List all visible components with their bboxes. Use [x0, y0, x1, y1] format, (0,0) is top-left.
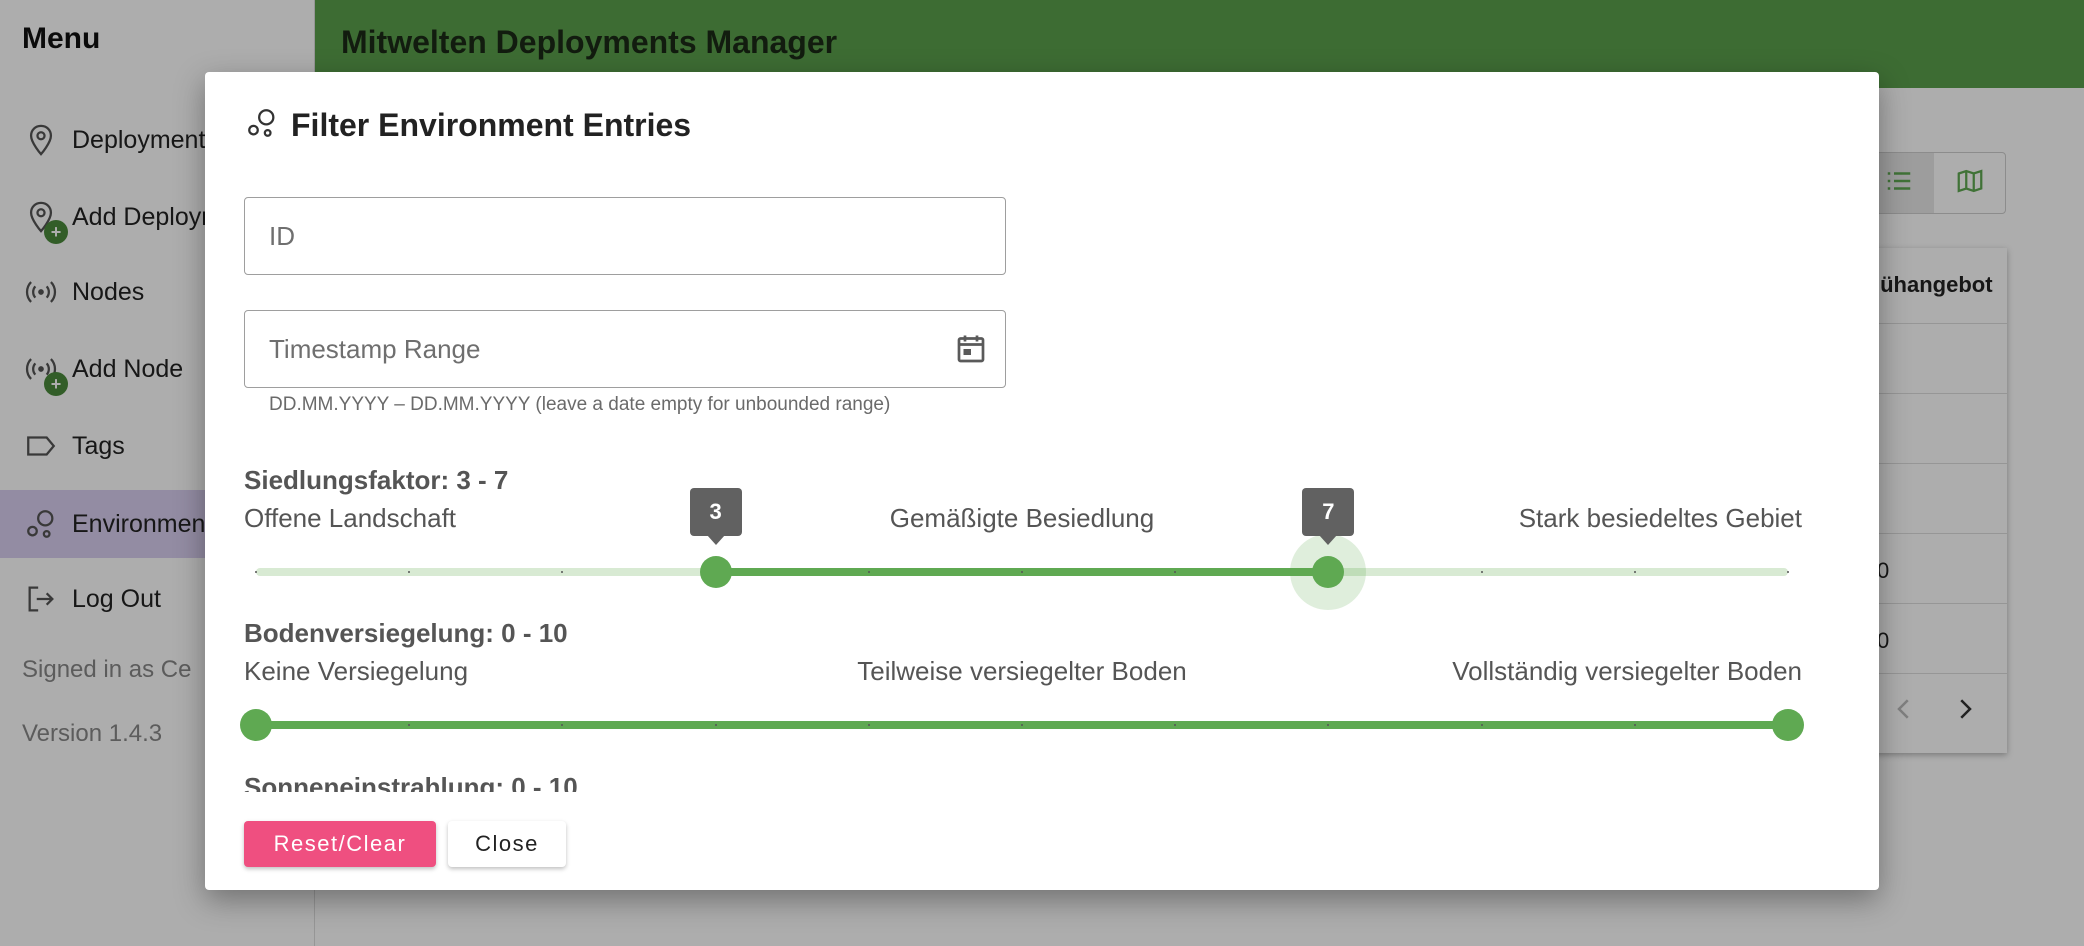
slider-label-mid: Teilweise versiegelter Boden	[857, 656, 1187, 686]
slider-tick	[867, 571, 870, 573]
reset-clear-button[interactable]: Reset/Clear	[244, 821, 436, 867]
slider-title-siedlungsfaktor: Siedlungsfaktor: 3 - 7	[244, 465, 509, 495]
slider-tick	[1021, 571, 1023, 573]
slider-tick	[867, 724, 870, 726]
slider-tick	[1021, 724, 1023, 726]
slider-label-mid: Gemäßigte Besiedlung	[889, 503, 1155, 533]
dialog-scroll-area: Siedlungsfaktor: 3 - 7 Offene Landschaft…	[205, 72, 1879, 792]
slider-track[interactable]	[255, 721, 1789, 729]
slider-label-min: Offene Landschaft	[244, 503, 457, 533]
slider-thumb-low[interactable]	[699, 556, 732, 588]
slider-label-min: Keine Versiegelung	[244, 656, 469, 686]
slider-tick	[1480, 724, 1483, 726]
slider-tick	[1633, 571, 1636, 573]
slider-thumb-high[interactable]	[1772, 709, 1804, 741]
slider-label-max: Vollständig versiegelter Boden	[1452, 656, 1802, 686]
slider-tick	[1633, 724, 1636, 726]
slider-value-label-low: 3	[689, 488, 742, 545]
slider-tick	[1480, 571, 1483, 573]
slider-title-sonneneinstrahlung: Sonneneinstrahlung: 0 - 10	[244, 772, 578, 792]
slider-tick	[1787, 571, 1789, 573]
slider-track[interactable]	[255, 568, 1789, 576]
slider-thumb-low[interactable]	[240, 709, 272, 741]
slider-tick	[408, 571, 411, 573]
slider-tick	[561, 571, 564, 573]
slider-value-label-high: 7	[1302, 488, 1355, 545]
slider-title-bodenversiegelung: Bodenversiegelung: 0 - 10	[244, 618, 568, 648]
filter-dialog: Filter Environment Entries DD.MM.YYYY – …	[205, 72, 1879, 890]
close-button[interactable]: Close	[448, 821, 566, 867]
slider-tick	[714, 724, 717, 726]
slider-tick	[255, 571, 257, 573]
slider-label-max: Stark besiedeltes Gebiet	[1518, 503, 1802, 533]
